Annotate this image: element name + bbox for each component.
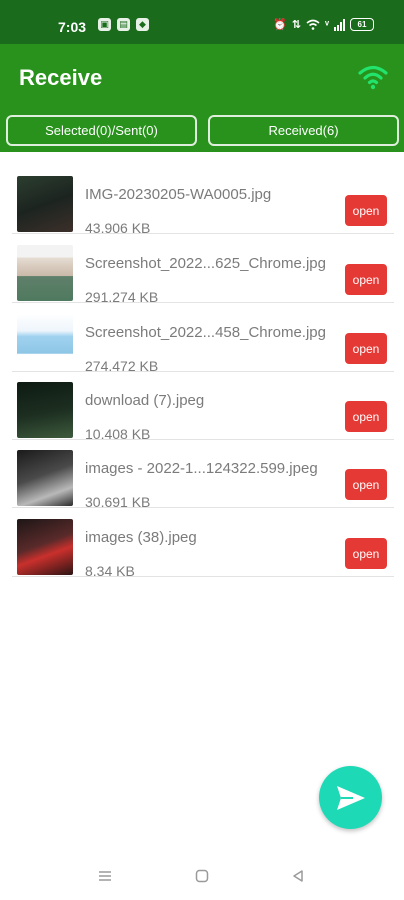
send-button[interactable] [319,766,382,829]
file-name: download (7).jpeg [85,392,205,409]
battery-icon: 61 [350,18,374,31]
volte-icon: ᵛ [324,18,329,31]
open-button[interactable]: open [345,333,387,364]
system-nav-bar [0,850,404,900]
file-size: 30.691 KB [85,494,151,510]
status-time: 7:03 [58,19,87,35]
list-item[interactable]: IMG-20230205-WA0005.jpg 43.906 KB open [12,166,394,236]
wifi-icon [306,19,320,30]
file-size: 291.274 KB [85,289,159,305]
file-thumbnail [17,519,73,575]
status-right-icons: ⏰ ⇅ ᵛ 61 [273,18,374,31]
signal-icon [334,18,345,31]
list-item[interactable]: images (38).jpeg 8.34 KB open [12,509,394,579]
status-bar: 7:03 ▣ ▤ ◆ ⏰ ⇅ ᵛ 61 [0,0,404,44]
file-name: images (38).jpeg [85,529,197,546]
tab-received[interactable]: Received(6) [208,115,399,146]
send-icon [336,785,365,810]
list-item[interactable]: images - 2022-1...124322.599.jpeg 30.691… [12,440,394,510]
file-thumbnail [17,314,73,370]
page-title: Receive [19,65,103,90]
home-icon[interactable] [192,866,212,886]
battery-level: 61 [357,20,367,29]
open-button[interactable]: open [345,469,387,500]
list-item[interactable]: download (7).jpeg 10.408 KB open [12,372,394,442]
file-thumbnail [17,450,73,506]
menu-icon[interactable] [95,866,115,886]
open-button[interactable]: open [345,538,387,569]
open-button[interactable]: open [345,401,387,432]
open-button[interactable]: open [345,195,387,226]
file-size: 43.906 KB [85,220,151,236]
file-size: 8.34 KB [85,563,135,579]
storage-icon: ▤ [117,18,130,31]
list-item[interactable]: Screenshot_2022...458_Chrome.jpg 274.472… [12,304,394,374]
file-thumbnail [17,245,73,301]
list-item[interactable]: Screenshot_2022...625_Chrome.jpg 291.274… [12,235,394,305]
tab-bar: Selected(0)/Sent(0) Received(6) [0,110,404,152]
alarm-icon: ⏰ [273,19,287,31]
file-thumbnail [17,176,73,232]
file-name: IMG-20230205-WA0005.jpg [85,186,272,203]
back-icon[interactable] [288,866,308,886]
notification-icon: ▣ [98,18,111,31]
file-name: Screenshot_2022...625_Chrome.jpg [85,255,326,272]
status-left-icons: ▣ ▤ ◆ [98,18,149,31]
file-thumbnail [17,382,73,438]
shield-icon: ◆ [136,18,149,31]
wifi-icon[interactable] [358,64,388,90]
app-bar: Receive [0,44,404,110]
tab-selected-sent[interactable]: Selected(0)/Sent(0) [6,115,197,146]
file-name: Screenshot_2022...458_Chrome.jpg [85,324,326,341]
data-icon: ⇅ [291,19,301,31]
file-name: images - 2022-1...124322.599.jpeg [85,460,318,477]
open-button[interactable]: open [345,264,387,295]
